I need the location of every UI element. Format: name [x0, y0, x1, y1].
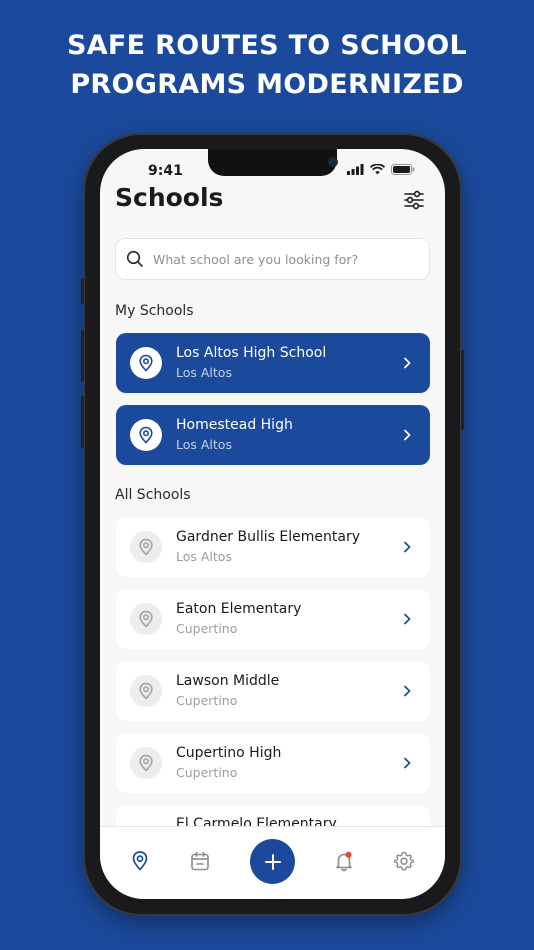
school-city: Los Altos — [176, 549, 232, 564]
notch — [208, 149, 338, 176]
school-name: Los Altos High School — [176, 345, 327, 361]
map-pin-icon — [139, 354, 153, 372]
status-time: 9:41 — [148, 163, 183, 179]
search-icon — [126, 250, 143, 267]
headline-line-2: PROGRAMS MODERNIZED — [70, 69, 464, 100]
school-city: Los Altos — [176, 437, 232, 452]
chevron-right-icon — [404, 613, 411, 625]
gear-icon[interactable] — [393, 850, 415, 872]
map-pin-icon — [139, 538, 153, 556]
bottom-tab-bar — [100, 826, 445, 899]
phone-power-button — [461, 350, 464, 430]
school-name: Lawson Middle — [176, 673, 280, 689]
school-name: Cupertino High — [176, 745, 282, 761]
map-pin-icon — [139, 754, 153, 772]
school-card-gardner-bullis[interactable]: Gardner Bullis Elementary Los Altos — [116, 517, 430, 577]
chevron-right-icon — [404, 541, 411, 553]
school-name: Homestead High — [176, 417, 293, 433]
school-card-los-altos-high[interactable]: Los Altos High School Los Altos — [116, 333, 430, 393]
plus-icon — [264, 853, 281, 870]
map-pin-badge — [130, 419, 162, 451]
school-city: Cupertino — [176, 765, 238, 780]
signal-icon — [347, 164, 364, 175]
sliders-icon[interactable] — [403, 189, 425, 211]
marketing-headline: SAFE ROUTES TO SCHOOL PROGRAMS MODERNIZE… — [0, 26, 534, 104]
chevron-right-icon — [404, 757, 411, 769]
school-city: Cupertino — [176, 621, 238, 636]
chevron-right-icon — [404, 685, 411, 697]
phone-side-button — [81, 278, 84, 304]
section-label-my-schools: My Schools — [115, 303, 194, 319]
phone-volume-down — [81, 396, 84, 448]
school-city: Los Altos — [176, 365, 232, 380]
phone-volume-up — [81, 330, 84, 382]
status-icons — [347, 164, 415, 175]
headline-line-1: SAFE ROUTES TO SCHOOL — [66, 30, 468, 61]
battery-icon — [391, 164, 415, 175]
school-card-homestead-high[interactable]: Homestead High Los Altos — [116, 405, 430, 465]
section-label-all-schools: All Schools — [115, 487, 191, 503]
bell-icon[interactable] — [333, 850, 355, 872]
school-name: Eaton Elementary — [176, 601, 302, 617]
page-title: Schools — [115, 183, 224, 212]
map-pin-badge — [130, 747, 162, 779]
app-screen: 9:41 Schools My — [100, 149, 445, 899]
search-input[interactable] — [153, 251, 413, 267]
chevron-right-icon — [404, 429, 411, 441]
calendar-icon[interactable] — [189, 850, 211, 872]
search-bar[interactable] — [115, 238, 430, 280]
school-card-eaton-elementary[interactable]: Eaton Elementary Cupertino — [116, 589, 430, 649]
chevron-right-icon — [404, 357, 411, 369]
school-name: Gardner Bullis Elementary — [176, 529, 360, 545]
wifi-icon — [370, 164, 385, 175]
map-pin-icon — [139, 610, 153, 628]
camera-icon — [328, 157, 338, 167]
map-pin-icon — [139, 682, 153, 700]
map-pin-icon — [139, 426, 153, 444]
map-pin-icon[interactable] — [129, 850, 151, 872]
add-button[interactable] — [250, 839, 295, 884]
map-pin-badge — [130, 603, 162, 635]
school-card-cupertino-high[interactable]: Cupertino High Cupertino — [116, 733, 430, 793]
map-pin-badge — [130, 675, 162, 707]
school-card-lawson-middle[interactable]: Lawson Middle Cupertino — [116, 661, 430, 721]
map-pin-badge — [130, 531, 162, 563]
school-city: Cupertino — [176, 693, 238, 708]
map-pin-badge — [130, 347, 162, 379]
